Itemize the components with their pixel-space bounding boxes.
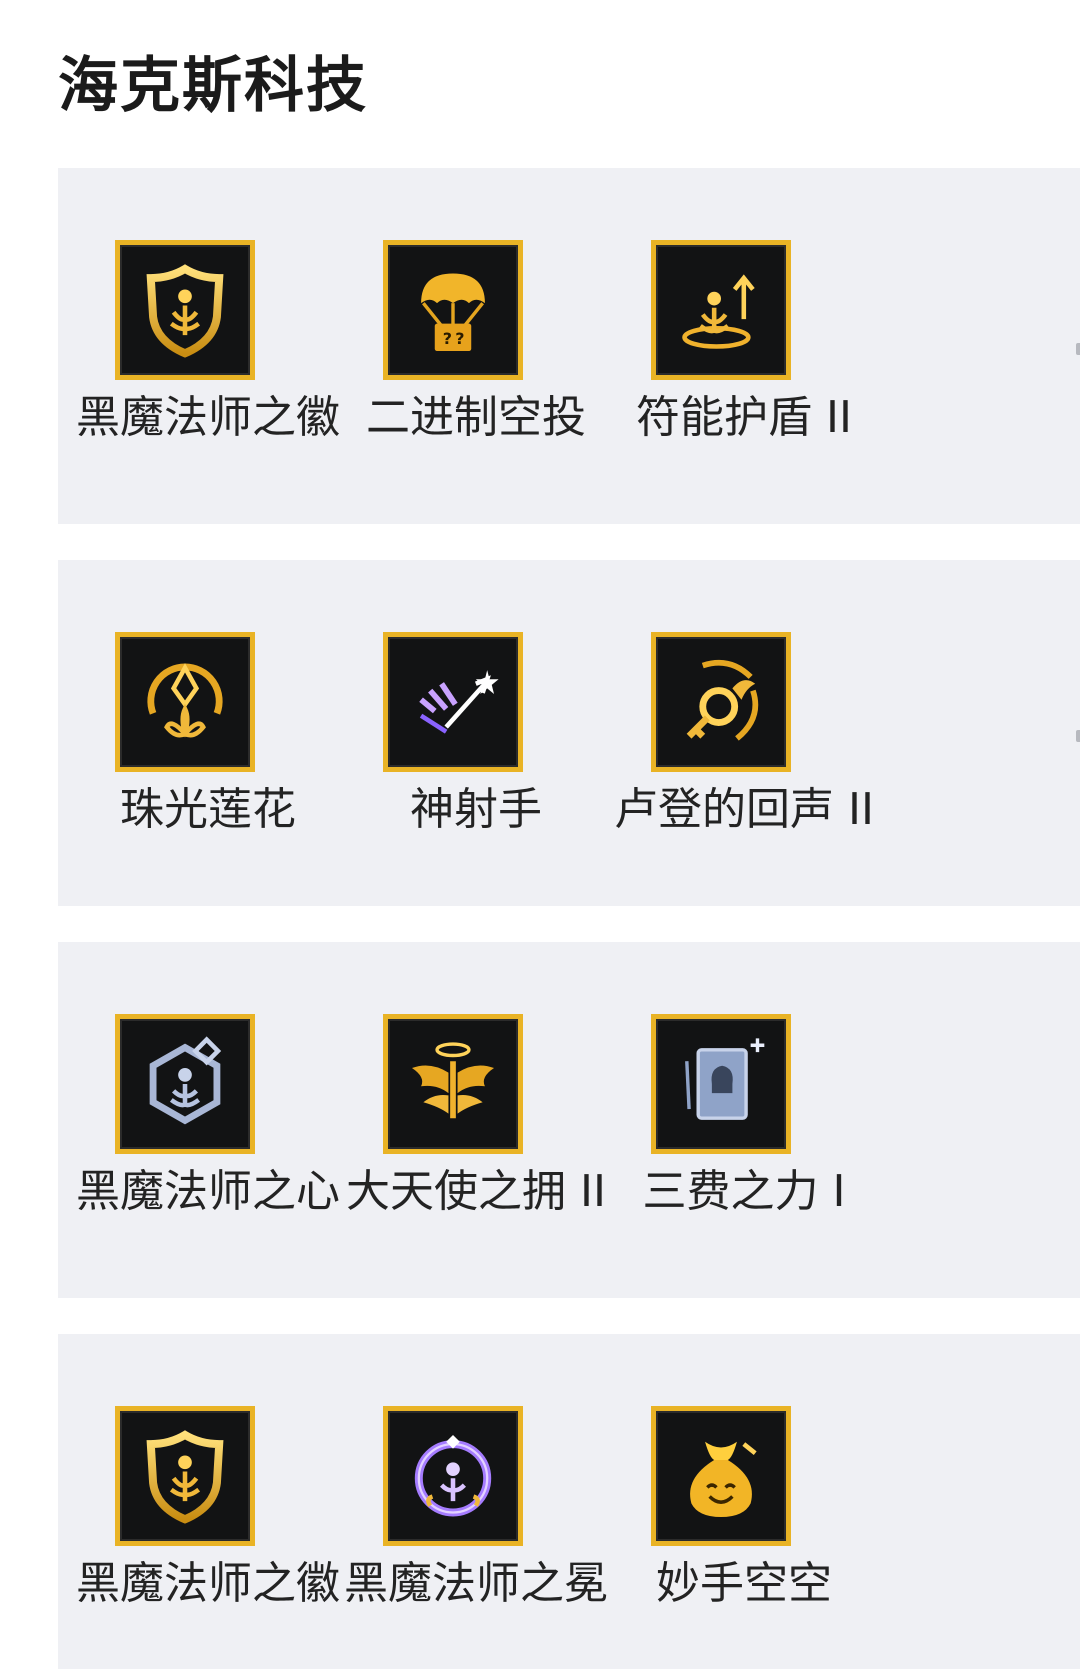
- augment-card[interactable]: 符能护盾 II: [594, 240, 894, 460]
- augment-card[interactable]: 卢登的回声 II: [594, 632, 894, 852]
- augment-row: 珠光莲花 神射手 卢登的回声 II: [58, 560, 1080, 906]
- augment-icon-frame: [383, 1406, 523, 1546]
- augment-label: 妙手空空: [656, 1558, 832, 1609]
- augment-icon-frame: [383, 632, 523, 772]
- svg-text:?: ?: [455, 329, 464, 348]
- augment-row: 黑魔法师之心 大天使之拥 II 三费之力 I: [58, 942, 1080, 1298]
- crown-ring-icon: [414, 1434, 492, 1517]
- augment-card[interactable]: 三费之力 I: [594, 1014, 894, 1234]
- augment-icon-frame: [115, 240, 255, 380]
- augment-icon-frame: [651, 632, 791, 772]
- augment-icon-frame: [651, 1014, 791, 1154]
- shield-emblem-icon: [146, 1430, 224, 1524]
- echo-orb-icon: [686, 659, 759, 741]
- winged-halo-icon: [411, 1042, 495, 1119]
- augment-icon-frame: [651, 240, 791, 380]
- augment-icon-frame: ? ?: [383, 240, 523, 380]
- scroll-indicator: [1076, 343, 1080, 355]
- augment-icon-frame: [115, 632, 255, 772]
- augment-icon-frame: [383, 1014, 523, 1154]
- augment-label: 三费之力 I: [642, 1166, 846, 1217]
- augment-icon-frame: [115, 1014, 255, 1154]
- augment-row: 黑魔法师之徽 黑魔法师之冕 妙手空空: [58, 1334, 1080, 1669]
- augment-label: 符能护盾 II: [636, 392, 852, 443]
- svg-text:?: ?: [443, 329, 452, 348]
- hex-heart-icon: [149, 1036, 222, 1125]
- augment-card[interactable]: 妙手空空: [594, 1406, 894, 1626]
- parachute-box-icon: ? ?: [421, 273, 485, 352]
- arrow-burst-icon: [419, 670, 499, 734]
- money-bag-icon: [690, 1441, 757, 1518]
- page-title: 海克斯科技: [58, 51, 368, 121]
- scroll-indicator: [1076, 730, 1080, 742]
- augment-label: 卢登的回声 II: [614, 784, 874, 835]
- augment-row: 黑魔法师之徽 ? ? 二进制空投 符能护盾 II: [58, 168, 1080, 524]
- augment-icon-frame: [115, 1406, 255, 1546]
- shield-emblem-icon: [146, 264, 224, 358]
- lotus-icon: [147, 663, 223, 738]
- rising-emblem-icon: [682, 274, 755, 349]
- card-plus-icon: [685, 1038, 765, 1120]
- augment-icon-frame: [651, 1406, 791, 1546]
